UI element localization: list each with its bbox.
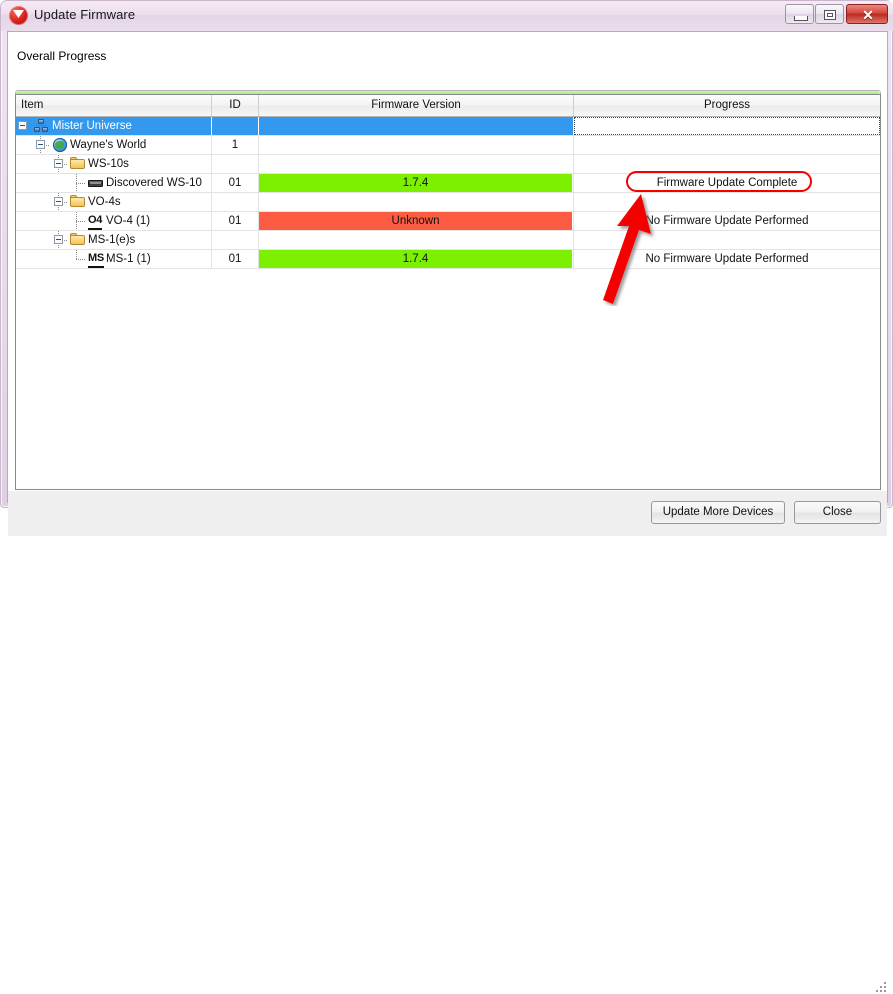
tree-connector [76,183,86,184]
cell-id [212,231,259,249]
column-header-id[interactable]: ID [212,95,259,116]
cell-id [212,117,259,135]
column-header-progress[interactable]: Progress [574,95,880,116]
table-row[interactable]: Mister Universe [16,117,880,136]
cell-item[interactable]: MS MS-1 (1) [16,250,212,268]
cell-id: 01 [212,250,259,268]
cell-firmware-version: 1.7.4 [259,174,574,192]
tree-connector [76,259,86,260]
tree-connector [76,250,77,259]
tree-expander-collapse-icon[interactable] [18,121,27,130]
overall-progress-label: Overall Progress [17,49,107,63]
table-row[interactable]: VO-4s [16,193,880,212]
cell-item[interactable]: Discovered WS-10 [16,174,212,192]
cell-id [212,193,259,211]
column-header-firmware[interactable]: Firmware Version [259,95,574,116]
firmware-version-badge: 1.7.4 [259,174,572,192]
cell-item[interactable]: O4 VO-4 (1) [16,212,212,230]
cell-progress: No Firmware Update Performed [645,215,809,227]
device-tree-grid[interactable]: Item ID Firmware Version Progress Mister Un… [15,94,881,490]
cell-progress: Firmware Update Complete [656,177,798,189]
cell-firmware-version: 1.7.4 [259,250,574,268]
folder-icon [70,157,85,171]
tree-expander-collapse-icon[interactable] [36,140,45,149]
tree-item-label: Mister Universe [52,120,132,132]
grid-header: Item ID Firmware Version Progress [16,95,880,117]
cell-item[interactable]: MS-1(e)s [16,231,212,249]
column-header-item[interactable]: Item [16,95,212,116]
update-firmware-window: Update Firmware ✕ Overall Progress Item I… [0,0,893,992]
cell-firmware-version [259,231,574,249]
folder-icon [70,233,85,247]
update-more-devices-button[interactable]: Update More Devices [651,501,785,524]
firmware-version-badge: Unknown [259,212,572,230]
device-icon [88,176,103,190]
o4-badge-icon: O4 [88,214,102,230]
cell-id [212,155,259,173]
minimize-icon [794,16,808,21]
network-icon [34,119,49,133]
table-row[interactable]: MS-1(e)s [16,231,880,250]
firmware-version-badge: 1.7.4 [259,250,572,268]
title-bar[interactable]: Update Firmware ✕ [1,1,893,31]
resize-grip[interactable] [874,980,888,994]
cell-progress [574,117,880,135]
tree-connector [76,174,77,192]
tree-item-label: MS-1(e)s [88,234,136,246]
tree-connector [76,212,77,230]
tree-item-label: Discovered WS-10 [106,177,202,189]
cell-progress [574,155,880,173]
cell-progress [574,231,880,249]
minimize-button[interactable] [785,4,814,24]
close-icon: ✕ [862,7,874,23]
ms-badge-icon: MS [88,252,104,268]
maximize-icon [824,10,836,20]
table-row[interactable]: WS-10s [16,155,880,174]
cell-progress [574,193,880,211]
cell-firmware-version: Unknown [259,212,574,230]
tree-expander-collapse-icon[interactable] [54,159,63,168]
table-row[interactable]: O4 VO-4 (1) 01 Unknown No Firmware Update Pe… [16,212,880,231]
table-row[interactable]: MS MS-1 (1) 01 1.7.4 No Firmware Update Perf… [16,250,880,269]
maximize-button[interactable] [815,4,844,24]
cell-progress [574,136,880,154]
cell-progress: No Firmware Update Performed [645,253,809,265]
tree-item-label: Wayne's World [70,139,147,151]
cell-item[interactable]: Mister Universe [16,117,212,135]
cell-id: 1 [212,136,259,154]
tree-item-label: MS-1 (1) [106,253,151,265]
cell-firmware-version [259,117,574,135]
tree-item-label: VO-4 (1) [106,215,151,227]
close-window-button[interactable]: ✕ [846,4,888,24]
tree-expander-collapse-icon[interactable] [54,235,63,244]
cell-item[interactable]: WS-10s [16,155,212,173]
shield-v-icon [9,6,28,25]
folder-icon [70,195,85,209]
footer-panel: Update More Devices Close [8,491,887,992]
table-row[interactable]: Discovered WS-10 01 1.7.4 Firmware Update C… [16,174,880,193]
table-row[interactable]: Wayne's World 1 [16,136,880,155]
cell-firmware-version [259,155,574,173]
cell-firmware-version [259,193,574,211]
cell-id: 01 [212,174,259,192]
close-button[interactable]: Close [794,501,881,524]
tree-item-label: VO-4s [88,196,121,208]
cell-id: 01 [212,212,259,230]
tree-connector [76,221,86,222]
globe-icon [52,138,67,152]
tree-item-label: WS-10s [88,158,129,170]
cell-item[interactable]: Wayne's World [16,136,212,154]
tree-expander-collapse-icon[interactable] [54,197,63,206]
cell-item[interactable]: VO-4s [16,193,212,211]
cell-firmware-version [259,136,574,154]
window-title: Update Firmware [34,7,136,22]
client-area: Overall Progress Item ID Firmware Version P… [7,31,888,992]
